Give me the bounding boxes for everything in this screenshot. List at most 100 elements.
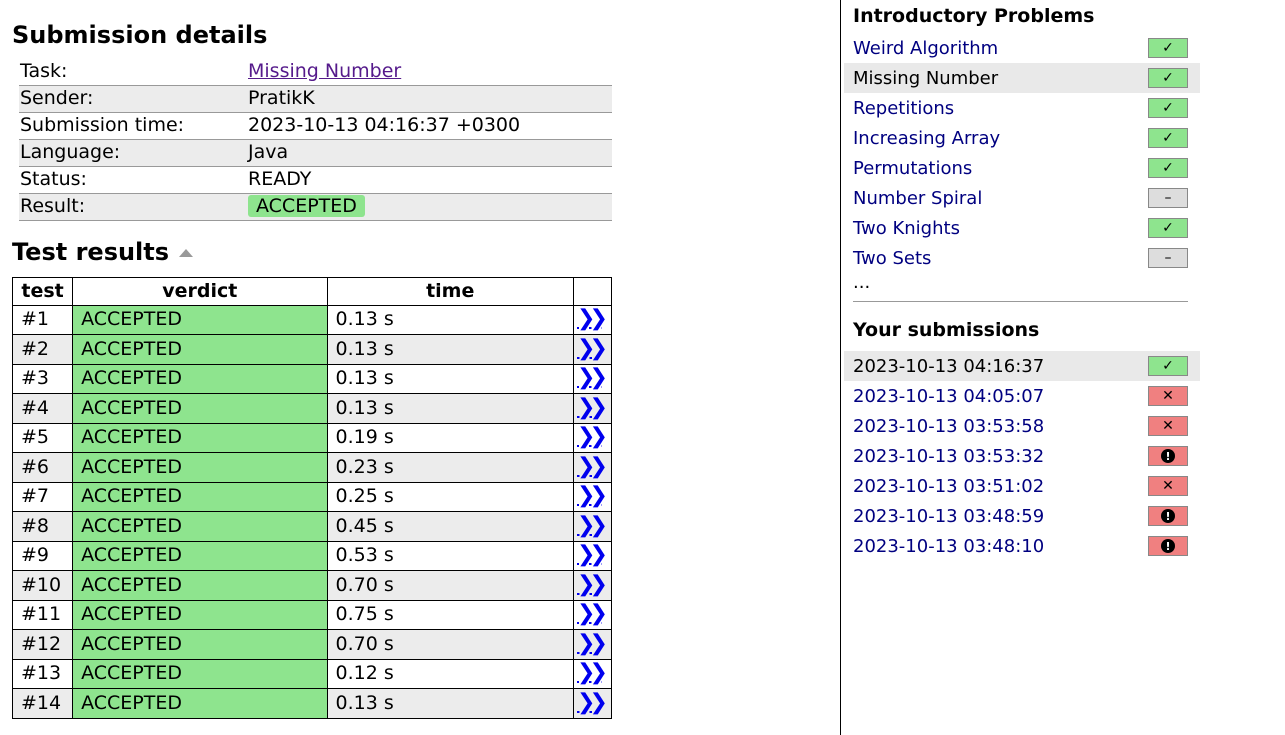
- double-chevron-right-icon[interactable]: ❯❯: [577, 632, 608, 655]
- view-test-link[interactable]: ❯❯: [572, 363, 613, 394]
- main-content: Submission details Task: Missing Number …: [11, 20, 613, 719]
- problem-item[interactable]: Number Spiral –: [844, 183, 1200, 213]
- problem-link[interactable]: Repetitions: [853, 98, 954, 119]
- verdict-cell: ACCEPTED: [72, 481, 328, 512]
- problem-link[interactable]: Permutations: [853, 158, 972, 179]
- task-link[interactable]: Missing Number: [248, 60, 401, 82]
- double-chevron-right-icon[interactable]: ❯❯: [577, 426, 608, 448]
- view-test-link[interactable]: ❯❯: [572, 304, 613, 335]
- time-cell: 0.45 s: [326, 511, 574, 542]
- test-results-title: Test results: [12, 237, 170, 266]
- test-results-table: test verdict time #1 ACCEPTED 0.13 s ❯❯ #2 AC…: [11, 276, 613, 719]
- submission-item[interactable]: 2023-10-13 04:16:37 ✓: [844, 351, 1200, 381]
- submission-item[interactable]: 2023-10-13 03:48:59!: [844, 501, 1200, 531]
- double-chevron-right-icon[interactable]: ❯❯: [577, 603, 608, 625]
- submissions-title: Your submissions: [853, 319, 1040, 341]
- time-cell: 0.53 s: [326, 540, 574, 571]
- view-test-link[interactable]: ❯❯: [572, 540, 613, 571]
- detail-key: Result:: [20, 195, 86, 217]
- sidebar: Introductory Problems Weird Algorithm ✓ Mi…: [841, 0, 1285, 561]
- time-cell: 0.13 s: [326, 334, 574, 365]
- time-cell: 0.25 s: [326, 481, 574, 512]
- test-results-header-row: test verdict time: [11, 276, 613, 306]
- table-row: #6 ACCEPTED 0.23 s ❯❯: [11, 452, 613, 483]
- verdict-cell: ACCEPTED: [72, 570, 328, 601]
- submission-link[interactable]: 2023-10-13 03:51:02: [853, 476, 1044, 497]
- problem-item[interactable]: Two Sets –: [844, 243, 1200, 273]
- double-chevron-right-icon[interactable]: ❯❯: [577, 367, 608, 389]
- view-test-link[interactable]: ❯❯: [572, 570, 613, 601]
- error-exclamation-icon: !: [1148, 446, 1188, 466]
- double-chevron-right-icon[interactable]: ❯❯: [577, 662, 608, 684]
- view-test-link[interactable]: ❯❯: [572, 658, 613, 689]
- submission-item[interactable]: 2023-10-13 03:48:10!: [844, 531, 1200, 561]
- double-chevron-right-icon[interactable]: ❯❯: [577, 485, 608, 507]
- test-number: #9: [11, 540, 74, 571]
- detail-key: Submission time:: [20, 114, 185, 136]
- submission-link[interactable]: 2023-10-13 03:53:32: [853, 446, 1044, 467]
- double-chevron-right-icon[interactable]: ❯❯: [577, 308, 608, 330]
- test-number: #1: [11, 304, 74, 335]
- time-cell: 0.19 s: [326, 422, 574, 453]
- double-chevron-right-icon[interactable]: ❯❯: [577, 455, 608, 478]
- time-cell: 0.23 s: [326, 452, 574, 483]
- verdict-cell: ACCEPTED: [72, 540, 328, 571]
- table-row: #14 ACCEPTED 0.13 s ❯❯: [11, 688, 613, 719]
- submission-details-title: Submission details: [12, 21, 268, 49]
- double-chevron-right-icon[interactable]: ❯❯: [577, 544, 608, 566]
- detail-row-status: Status: READY: [19, 166, 612, 193]
- problem-link[interactable]: Number Spiral: [853, 188, 982, 209]
- problem-item[interactable]: Two Knights ✓: [844, 213, 1200, 243]
- problem-item[interactable]: Permutations ✓: [844, 153, 1200, 183]
- verdict-cell: ACCEPTED: [72, 658, 328, 689]
- submission-item[interactable]: 2023-10-13 03:53:58 ✕: [844, 411, 1200, 441]
- submission-details-table: Task: Missing Number Sender: PratikK Sub…: [19, 58, 612, 221]
- table-row: #1 ACCEPTED 0.13 s ❯❯: [11, 304, 613, 335]
- problem-item[interactable]: Repetitions ✓: [844, 93, 1200, 123]
- view-test-link[interactable]: ❯❯: [572, 599, 613, 630]
- more-problems-ellipsis: ...: [853, 272, 871, 293]
- double-chevron-right-icon[interactable]: ❯❯: [577, 691, 608, 714]
- verdict-cell: ACCEPTED: [72, 599, 328, 630]
- double-chevron-right-icon[interactable]: ❯❯: [577, 573, 608, 596]
- problem-link[interactable]: Two Knights: [853, 218, 960, 239]
- problem-item[interactable]: Weird Algorithm ✓: [844, 33, 1200, 63]
- submission-item[interactable]: 2023-10-13 03:53:32!: [844, 441, 1200, 471]
- submission-item[interactable]: 2023-10-13 03:51:02 ✕: [844, 471, 1200, 501]
- problem-link[interactable]: Two Sets: [853, 248, 931, 269]
- double-chevron-right-icon[interactable]: ❯❯: [577, 396, 608, 419]
- problem-item[interactable]: Missing Number ✓: [844, 63, 1200, 93]
- accepted-check-icon: ✓: [1148, 68, 1188, 88]
- status-value: READY: [248, 168, 312, 190]
- accepted-check-icon: ✓: [1148, 356, 1188, 376]
- not-attempted-dash-icon: –: [1148, 188, 1188, 208]
- double-chevron-right-icon[interactable]: ❯❯: [577, 514, 608, 537]
- double-chevron-right-icon[interactable]: ❯❯: [577, 337, 608, 360]
- submission-time: 2023-10-13 04:16:37: [853, 355, 1045, 377]
- collapse-triangle-icon[interactable]: [179, 248, 194, 257]
- submission-link[interactable]: 2023-10-13 03:53:58: [853, 416, 1044, 437]
- problem-item[interactable]: Increasing Array ✓: [844, 123, 1200, 153]
- view-test-link[interactable]: ❯❯: [572, 481, 613, 512]
- test-results-header: Test results: [12, 237, 612, 267]
- problem-link[interactable]: Weird Algorithm: [853, 38, 998, 59]
- view-test-link[interactable]: ❯❯: [572, 688, 613, 719]
- column-header-time: time: [326, 276, 574, 306]
- test-number: #6: [11, 452, 74, 483]
- view-test-link[interactable]: ❯❯: [572, 511, 613, 542]
- table-row: #7 ACCEPTED 0.25 s ❯❯: [11, 481, 613, 512]
- submission-link[interactable]: 2023-10-13 03:48:10: [853, 536, 1044, 557]
- view-test-link[interactable]: ❯❯: [572, 393, 613, 424]
- view-test-link[interactable]: ❯❯: [572, 452, 613, 483]
- time-cell: 0.13 s: [326, 688, 574, 719]
- problem-link[interactable]: Increasing Array: [853, 128, 1000, 149]
- view-test-link[interactable]: ❯❯: [572, 629, 613, 660]
- view-test-link[interactable]: ❯❯: [572, 334, 613, 365]
- submission-link[interactable]: 2023-10-13 03:48:59: [853, 506, 1044, 527]
- test-number: #4: [11, 393, 74, 424]
- view-test-link[interactable]: ❯❯: [572, 422, 613, 453]
- test-number: #12: [11, 629, 74, 660]
- submission-item[interactable]: 2023-10-13 04:05:07 ✕: [844, 381, 1200, 411]
- table-row: #11 ACCEPTED 0.75 s ❯❯: [11, 599, 613, 630]
- submission-link[interactable]: 2023-10-13 04:05:07: [853, 386, 1044, 407]
